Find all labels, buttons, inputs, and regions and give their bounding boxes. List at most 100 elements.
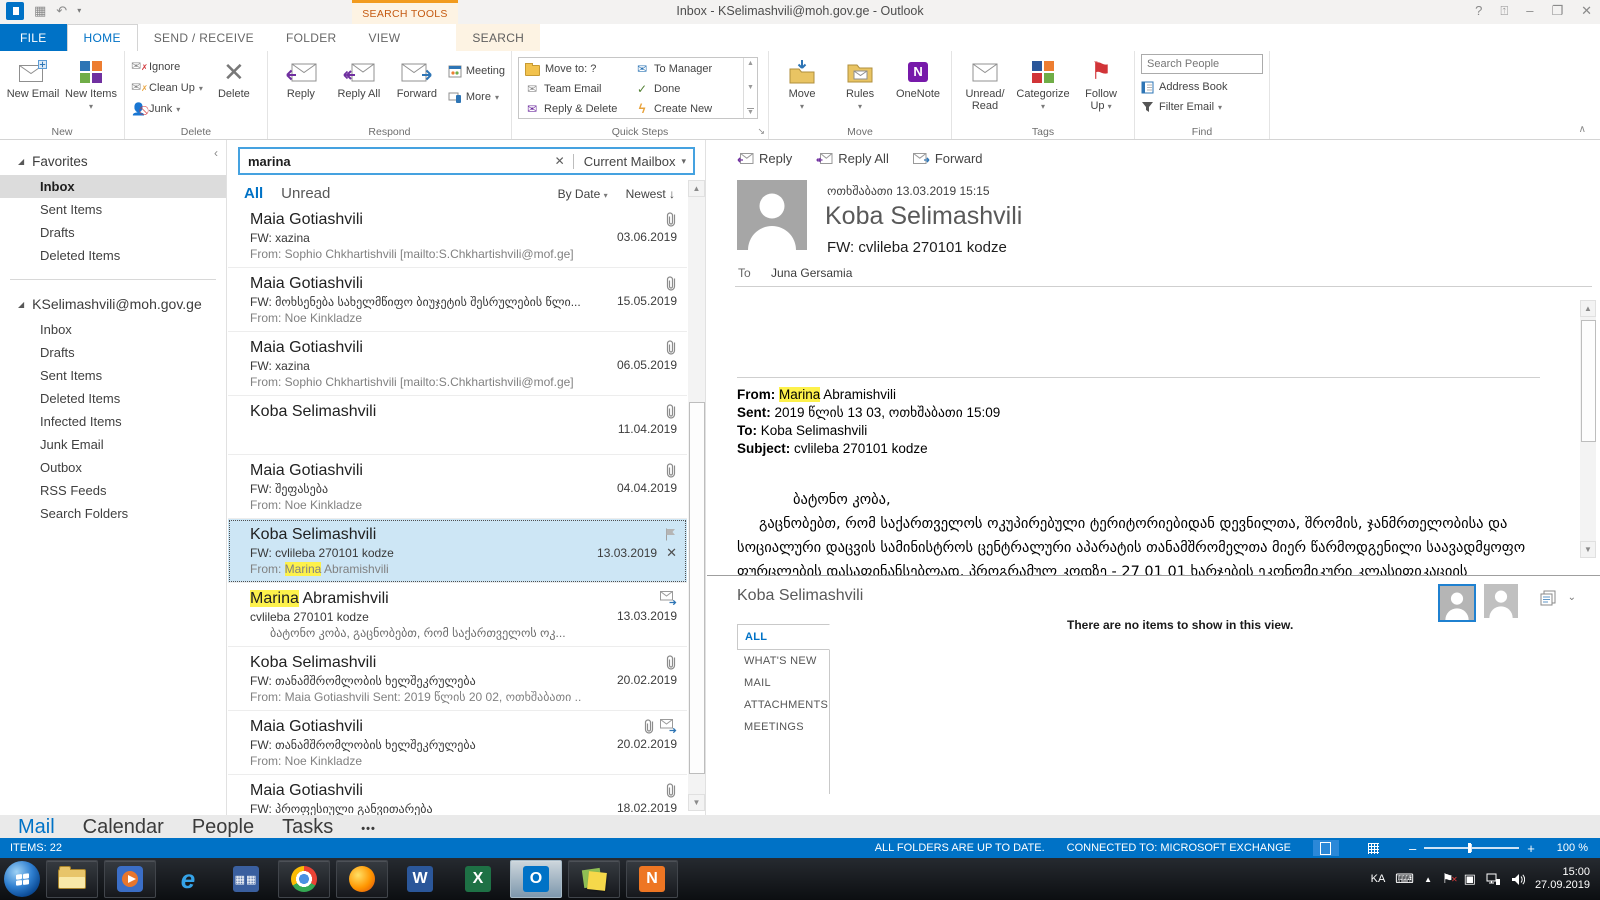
scrollbar-thumb[interactable] — [1581, 320, 1596, 442]
collapse-ribbon-icon[interactable]: ∧ — [1579, 124, 1586, 135]
message-row[interactable]: Koba Selimashvili11.04.2019 — [228, 396, 687, 455]
taskbar-nitro-button[interactable]: N — [626, 860, 678, 898]
normal-view-button[interactable] — [1313, 840, 1339, 856]
quick-step-create-new[interactable]: ϟ Create New — [631, 99, 741, 119]
taskbar-explorer-button[interactable] — [46, 860, 98, 898]
taskbar-chrome-button[interactable] — [278, 860, 330, 898]
folder-item-sent-items[interactable]: Sent Items — [0, 364, 226, 387]
new-email-button[interactable]: New Email — [6, 54, 60, 123]
contact-avatar[interactable] — [1438, 584, 1476, 622]
delete-message-icon[interactable]: ✕ — [666, 545, 677, 560]
ribbon-display-options-button[interactable]: ⍐ — [1500, 3, 1508, 19]
tab-send-receive[interactable]: SEND / RECEIVE — [138, 24, 270, 51]
favorites-item-drafts[interactable]: Drafts — [0, 221, 226, 244]
reply-all-button[interactable]: Reply All — [332, 54, 386, 123]
sort-by-date[interactable]: By Date ▾ — [558, 187, 608, 201]
network-icon[interactable] — [1486, 873, 1501, 886]
folder-item-infected-items[interactable]: Infected Items — [0, 410, 226, 433]
taskbar-word-button[interactable]: W — [394, 860, 446, 898]
taskbar-wmp-button[interactable] — [104, 860, 156, 898]
restore-button[interactable]: ❐ — [1551, 3, 1563, 19]
people-tab-meetings[interactable]: MEETINGS — [737, 716, 829, 738]
language-indicator[interactable]: KA — [1371, 873, 1386, 885]
help-button[interactable]: ? — [1475, 3, 1482, 19]
favorites-item-inbox[interactable]: Inbox — [0, 175, 226, 198]
reading-pane-scrollbar[interactable]: ▲ ▼ — [1580, 300, 1596, 558]
move-button[interactable]: Move▾ — [775, 54, 829, 123]
message-sender-name[interactable]: Koba Selimashvili — [825, 202, 1022, 231]
reading-view-button[interactable] — [1361, 840, 1387, 856]
message-row[interactable]: Maia GotiashviliFW: შეფასებაFrom: Noe Ki… — [228, 455, 687, 519]
message-row[interactable]: Koba SelimashviliFW: თანამშრომლობის ხელშ… — [228, 647, 687, 711]
start-button[interactable] — [4, 861, 40, 897]
tab-file[interactable]: FILE — [0, 24, 67, 51]
scroll-up-icon[interactable]: ▲ — [1580, 300, 1596, 317]
new-items-button[interactable]: New Items ▾ — [64, 54, 118, 123]
forward-link[interactable]: Forward — [913, 151, 983, 166]
quick-step-to-manager[interactable]: ✉ To Manager — [631, 59, 741, 79]
minimize-folder-pane-icon[interactable]: ‹ — [214, 146, 218, 160]
nav-item-people[interactable]: People — [192, 817, 254, 837]
taskbar-excel-button[interactable]: X — [452, 860, 504, 898]
nav-more-button[interactable]: ••• — [361, 819, 376, 839]
folder-item-search-folders[interactable]: Search Folders — [0, 502, 226, 525]
minimize-button[interactable]: – — [1526, 3, 1533, 19]
people-pane-collapse-icon[interactable]: ⌄ — [1568, 592, 1576, 603]
zoom-slider-thumb[interactable] — [1468, 843, 1471, 853]
search-input[interactable]: marina — [240, 154, 547, 169]
taskbar-outlook-button[interactable]: O — [510, 860, 562, 898]
people-tab-what-s-new[interactable]: WHAT'S NEW — [737, 650, 829, 672]
search-scope-dropdown-icon[interactable]: ▾ — [681, 156, 693, 167]
onenote-button[interactable]: N OneNote — [891, 54, 945, 123]
folder-item-junk-email[interactable]: Junk Email — [0, 433, 226, 456]
taskbar-stats-button[interactable]: ▦▦ — [220, 860, 272, 898]
meeting-button[interactable]: Meeting — [448, 62, 505, 80]
nav-item-mail[interactable]: Mail — [18, 817, 55, 837]
close-button[interactable]: ✕ — [1581, 3, 1592, 19]
outlook-logo-icon[interactable] — [6, 2, 24, 20]
show-hidden-icons[interactable]: ▲ — [1424, 875, 1432, 884]
filter-email-button[interactable]: Filter Email▾ — [1141, 98, 1263, 116]
sort-order-newest[interactable]: Newest ↓ — [626, 187, 675, 201]
search-scope[interactable]: Current Mailbox — [574, 154, 682, 169]
filter-unread[interactable]: Unread — [281, 185, 330, 202]
message-row[interactable]: Maia GotiashviliFW: xazinaFrom: Sophio C… — [228, 332, 687, 396]
unread-read-button[interactable]: Unread/Read — [958, 54, 1012, 123]
message-row[interactable]: Maia GotiashviliFW: მოხსენება სახელმწიფო… — [228, 268, 687, 332]
people-tab-attachments[interactable]: ATTACHMENTS — [737, 694, 829, 716]
undo-icon[interactable]: ↶ — [56, 2, 67, 20]
message-list-scrollbar[interactable]: ▲ ▼ — [688, 180, 705, 811]
scroll-down-icon[interactable]: ▼ — [1580, 541, 1596, 558]
people-pane-contact-name[interactable]: Koba Selimashvili — [737, 587, 863, 605]
message-row[interactable]: Maia GotiashviliFW: პროფესიული განვითარე… — [228, 775, 687, 815]
quick-step-move-to[interactable]: Move to: ? — [521, 59, 631, 79]
message-row[interactable]: Maia GotiashviliFW: თანამშრომლობის ხელშე… — [228, 711, 687, 775]
zoom-slider[interactable]: – + — [1409, 842, 1535, 855]
message-body[interactable]: From: Marina AbramishviliSent: 2019 წლის… — [737, 289, 1540, 575]
follow-up-button[interactable]: ⚑ FollowUp ▾ — [1074, 54, 1128, 123]
connection-status[interactable]: CONNECTED TO: MICROSOFT EXCHANGE — [1067, 842, 1291, 854]
nav-item-tasks[interactable]: Tasks — [282, 817, 333, 837]
quick-step-done[interactable]: ✓ Done — [631, 79, 741, 99]
clean-up-button[interactable]: ✉✗ Clean Up▾ — [131, 79, 203, 97]
quick-step-team-email[interactable]: ✉ Team Email — [521, 79, 631, 99]
favorites-item-sent-items[interactable]: Sent Items — [0, 198, 226, 221]
taskbar-firefox-button[interactable] — [336, 860, 388, 898]
more-respond-button[interactable]: More▾ — [448, 88, 505, 106]
scrollbar-thumb[interactable] — [689, 402, 705, 774]
zoom-in-icon[interactable]: + — [1527, 842, 1535, 855]
quick-step-reply-delete[interactable]: ✉ Reply & Delete — [521, 99, 631, 119]
clock[interactable]: 15:00 27.09.2019 — [1535, 866, 1590, 892]
folder-item-deleted-items[interactable]: Deleted Items — [0, 387, 226, 410]
send-receive-all-icon[interactable]: ▦ — [34, 2, 46, 20]
quick-steps-scroll-down-icon[interactable]: ▼ — [747, 84, 754, 91]
tab-folder[interactable]: FOLDER — [270, 24, 352, 51]
contact-avatar[interactable] — [1484, 584, 1518, 618]
nav-item-calendar[interactable]: Calendar — [83, 817, 164, 837]
reply-link[interactable]: Reply — [737, 151, 792, 166]
safely-remove-hardware-icon[interactable]: ▣ — [1464, 872, 1476, 886]
delete-button[interactable]: ✕ Delete — [207, 54, 261, 123]
forward-button[interactable]: Forward — [390, 54, 444, 123]
quick-steps-dialog-launcher-icon[interactable]: ↘ — [757, 126, 765, 137]
customize-qat-icon[interactable]: ▾ — [77, 2, 81, 20]
